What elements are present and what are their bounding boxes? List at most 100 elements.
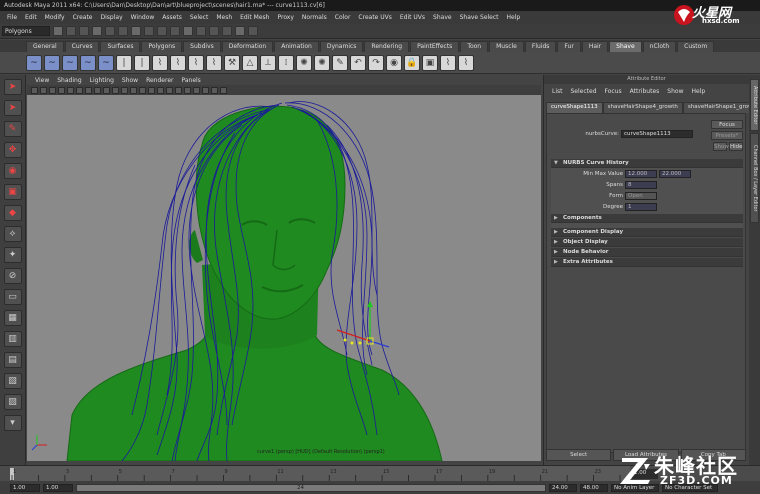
menu-window[interactable]: Window [127,14,159,21]
playback-end-field[interactable]: 24.00 [549,483,577,492]
ae-tab-curveshape[interactable]: curveShape1113 [546,102,603,113]
select-tool-icon[interactable]: ➤ [3,79,22,95]
shelf-tab-painteffects[interactable]: PaintEffects [410,41,460,52]
sidebar-toggle-icon[interactable] [248,26,258,36]
layout-menu-icon[interactable]: ▾ [3,415,22,431]
menu-create-uvs[interactable]: Create UVs [354,14,395,21]
section-nurbs-curve-history[interactable]: ▼ NURBS Curve History [551,159,743,168]
shelf-tab-ncloth[interactable]: nCloth [642,41,677,52]
single-view-layout-icon[interactable]: ▭ [3,289,22,305]
menu-set-selector[interactable]: Polygons [2,26,50,36]
shelf-tab-animation[interactable]: Animation [274,41,319,52]
depth-of-field-icon[interactable] [220,86,227,94]
new-scene-icon[interactable] [53,26,63,36]
image-plane-icon[interactable] [58,86,65,94]
rotate-tool-icon[interactable]: ◉ [3,163,22,179]
select-hierarchy-icon[interactable] [92,26,102,36]
menu-modify[interactable]: Modify [41,14,69,21]
scale-tool-icon[interactable]: ▣ [3,184,22,200]
shelf-tab-muscle[interactable]: Muscle [489,41,524,52]
section-extra-attributes[interactable]: ▶ Extra Attributes [551,258,743,267]
outliner-layout-icon[interactable]: ▤ [3,352,22,368]
ae-menu-show[interactable]: Show [663,88,687,95]
shelf-tab-subdivs[interactable]: Subdivs [183,41,221,52]
shave-undo-icon[interactable]: ↶ [350,54,366,71]
xray-icon[interactable] [184,86,191,94]
shelf-tab-hair[interactable]: Hair [581,41,609,52]
gate-mask-icon[interactable] [94,86,101,94]
menu-color[interactable]: Color [331,14,355,21]
menu-edit-uvs[interactable]: Edit UVs [396,14,429,21]
field-chart-icon[interactable] [103,86,110,94]
shave-puff-icon[interactable]: ⟂ [260,54,276,71]
max-value-field[interactable]: 22.000 [659,170,691,178]
camera-select-icon[interactable] [31,86,38,94]
menu-edit[interactable]: Edit [21,14,41,21]
shave-render-icon[interactable]: ◉ [386,54,402,71]
soft-mod-tool-icon[interactable]: ⟡ [3,226,22,242]
shelf-tab-surfaces[interactable]: Surfaces [100,41,141,52]
shave-frizz-icon[interactable]: ✺ [296,54,312,71]
ae-menu-help[interactable]: Help [687,88,709,95]
shave-clump-icon[interactable]: ⌇ [206,54,222,71]
shave-hair-strands-icon[interactable]: ⌇ [458,54,474,71]
section-components[interactable]: ▶ Components [551,214,743,223]
shave-redo-icon[interactable]: ↷ [368,54,384,71]
menu-select[interactable]: Select [186,14,213,21]
node-name-field[interactable]: curveShape1113 [621,130,693,138]
shave-rotate-icon[interactable]: ⚒ [224,54,240,71]
shelf-tab-general[interactable]: General [26,41,64,52]
select-object-icon[interactable] [105,26,115,36]
viewport-menu-view[interactable]: View [31,77,53,84]
shave-stand-icon[interactable]: △ [242,54,258,71]
shelf-tab-fluids[interactable]: Fluids [524,41,557,52]
hypershade-layout-icon[interactable]: ▨ [3,394,22,410]
shave-wave-icon[interactable]: ~ [62,54,78,71]
save-scene-icon[interactable] [79,26,89,36]
shelf-tab-dynamics[interactable]: Dynamics [319,41,364,52]
xray-joints-icon[interactable] [193,86,200,94]
ae-menu-list[interactable]: List [548,88,567,95]
menu-proxy[interactable]: Proxy [273,14,297,21]
snap-grid-icon[interactable] [131,26,141,36]
safe-title-icon[interactable] [121,86,128,94]
shave-lock-selected-icon[interactable]: 🔒 [404,54,420,71]
shave-scale-icon[interactable]: ~ [80,54,96,71]
render-icon[interactable] [196,26,206,36]
resolution-gate-icon[interactable] [85,86,92,94]
select-component-icon[interactable] [118,26,128,36]
min-value-field[interactable]: 12.000 [625,170,657,178]
viewport-menu-renderer[interactable]: Renderer [142,77,177,84]
ipr-render-icon[interactable] [209,26,219,36]
ae-menu-selected[interactable]: Selected [567,88,601,95]
film-gate-icon[interactable] [76,86,83,94]
viewport-menu-panels[interactable]: Panels [177,77,204,84]
select-button[interactable]: Select [546,449,612,461]
shelf-tab-fur[interactable]: Fur [557,41,581,52]
menu-edit-mesh[interactable]: Edit Mesh [236,14,273,21]
history-icon[interactable] [183,26,193,36]
shave-smooth-icon[interactable]: ⁞ [278,54,294,71]
menu-file[interactable]: File [3,14,21,21]
paint-select-tool-icon[interactable]: ✎ [3,121,22,137]
snap-curve-icon[interactable] [144,26,154,36]
menu-assets[interactable]: Assets [158,14,186,21]
shelf-tab-rendering[interactable]: Rendering [364,41,410,52]
show-manipulator-icon[interactable]: ✦ [3,247,22,263]
high-quality-icon[interactable] [211,86,218,94]
shelf-tab-custom[interactable]: Custom [677,41,715,52]
degree-field[interactable]: 1 [625,203,657,211]
snap-point-icon[interactable] [157,26,167,36]
four-view-layout-icon[interactable]: ▦ [3,310,22,326]
menu-normals[interactable]: Normals [298,14,331,21]
move-tool-icon[interactable]: ✥ [3,142,22,158]
section-object-display[interactable]: ▶ Object Display [551,238,743,247]
menu-mesh[interactable]: Mesh [212,14,236,21]
wireframe-icon[interactable] [130,86,137,94]
focus-button[interactable]: Focus [711,120,743,129]
camera-attributes-icon[interactable] [40,86,47,94]
textured-icon[interactable] [157,86,164,94]
hide-button[interactable]: Hide [729,142,743,151]
shave-kink-icon[interactable]: ✺ [314,54,330,71]
shave-lock-icon[interactable]: ⌇ [170,54,186,71]
